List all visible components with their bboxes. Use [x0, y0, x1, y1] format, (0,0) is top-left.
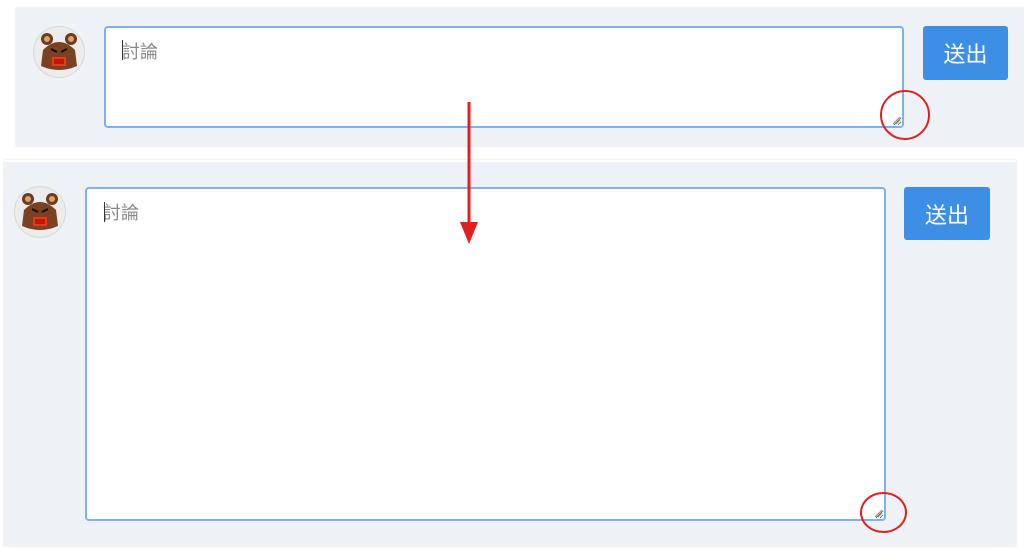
- user-avatar: [33, 26, 85, 78]
- discussion-textarea[interactable]: [85, 187, 886, 521]
- resize-grip-icon[interactable]: [891, 115, 901, 125]
- send-button[interactable]: 送出: [923, 26, 1008, 80]
- text-cursor: [122, 40, 123, 60]
- text-cursor: [104, 202, 105, 222]
- user-avatar: [14, 186, 66, 238]
- discussion-textarea[interactable]: [104, 26, 904, 128]
- bear-avatar-icon: [41, 33, 77, 70]
- resize-grip-icon[interactable]: [873, 508, 883, 518]
- send-button[interactable]: 送出: [904, 187, 990, 240]
- bear-avatar-icon: [22, 193, 58, 230]
